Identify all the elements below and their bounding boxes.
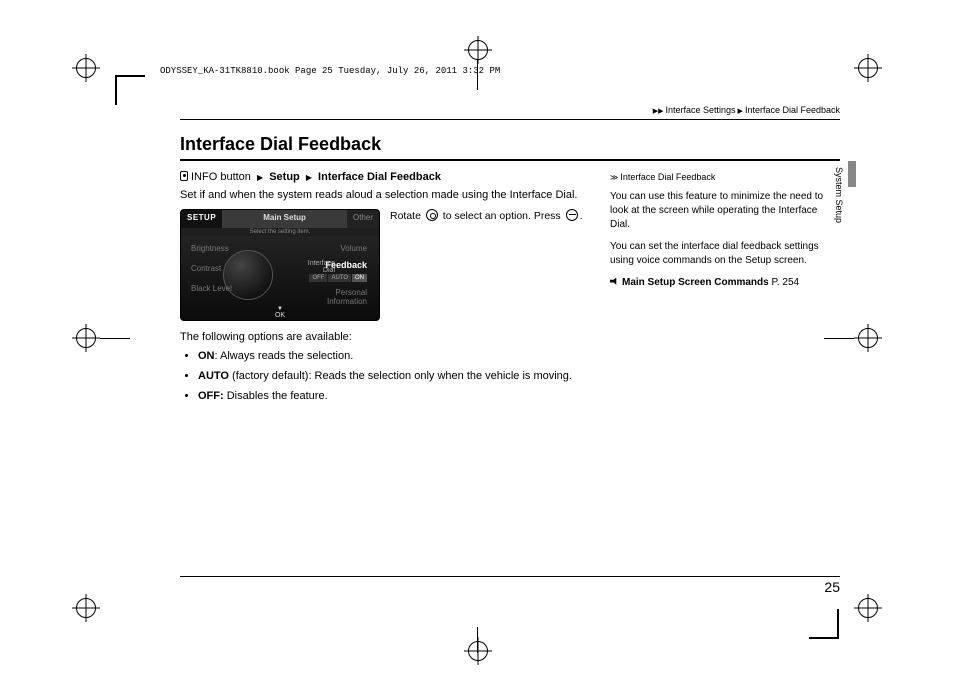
breadcrumb-sep-icon bbox=[736, 105, 745, 115]
crop-mark-icon bbox=[464, 637, 492, 665]
sidebar-column: Interface Dial Feedback You can use this… bbox=[610, 171, 840, 409]
crop-mark-icon bbox=[72, 324, 100, 352]
path-button: INFO button bbox=[191, 171, 251, 183]
screenshot-toggle-on: ON bbox=[352, 274, 367, 282]
section-tab: System Setup bbox=[832, 161, 846, 229]
sidebar-ref-page: P. 254 bbox=[771, 277, 799, 288]
screenshot-toggle: OFF AUTO ON bbox=[309, 274, 367, 282]
page-number-value: 25 bbox=[824, 579, 840, 595]
instr-end: . bbox=[580, 210, 583, 222]
sidebar-ref-label: Main Setup Screen Commands bbox=[622, 277, 769, 288]
main-column: INFO button Setup Interface Dial Feedbac… bbox=[180, 171, 592, 409]
setup-screen-illustration: SETUP Main Setup Other Select the settin… bbox=[180, 209, 380, 321]
option-off-desc: Disables the feature. bbox=[224, 390, 328, 402]
crop-tick-icon bbox=[100, 338, 130, 339]
breadcrumb-page: Interface Dial Feedback bbox=[745, 105, 840, 115]
path-step-feedback: Interface Dial Feedback bbox=[318, 171, 441, 183]
screenshot-opt-volume: Volume bbox=[340, 244, 367, 253]
navigation-path: INFO button Setup Interface Dial Feedbac… bbox=[180, 171, 592, 183]
option-on: ON: Always reads the selection. bbox=[198, 349, 592, 364]
screenshot-opt-feedback: Feedback bbox=[325, 260, 367, 270]
lead-text: Set if and when the system reads aloud a… bbox=[180, 189, 592, 201]
sidebar-para-2: You can set the interface dial feedback … bbox=[610, 240, 840, 268]
instruction-text: Rotate to select an option. Press . bbox=[390, 209, 592, 321]
crop-corner-icon bbox=[115, 75, 145, 105]
option-auto: AUTO (factory default): Reads the select… bbox=[198, 369, 592, 384]
section-tab-label: System Setup bbox=[834, 167, 844, 223]
info-button-icon bbox=[180, 171, 188, 181]
crop-mark-icon bbox=[854, 594, 882, 622]
sidebar-para-1: You can use this feature to minimize the… bbox=[610, 190, 840, 232]
source-file-info: ODYSSEY_KA-31TK8810.book Page 25 Tuesday… bbox=[160, 66, 500, 76]
screenshot-toggle-off: OFF bbox=[309, 274, 327, 282]
breadcrumb-section: Interface Settings bbox=[666, 105, 736, 115]
crop-mark-icon bbox=[854, 324, 882, 352]
path-arrow-icon bbox=[254, 171, 266, 183]
page-number: 25 bbox=[180, 576, 840, 595]
option-on-name: ON bbox=[198, 350, 215, 362]
option-auto-name: AUTO bbox=[198, 370, 229, 382]
option-on-desc: : Always reads the selection. bbox=[215, 350, 354, 362]
screenshot-ok: OK bbox=[275, 306, 285, 319]
screenshot-subline: Select the setting item. bbox=[181, 228, 379, 236]
sidebar-reference: Main Setup Screen Commands P. 254 bbox=[610, 276, 840, 290]
screenshot-opt-blacklevel: Black Level bbox=[191, 284, 232, 293]
crop-mark-icon bbox=[72, 594, 100, 622]
crop-mark-icon bbox=[854, 54, 882, 82]
screenshot-toggle-auto: AUTO bbox=[328, 274, 351, 282]
crop-mark-icon bbox=[72, 54, 100, 82]
option-off-name: OFF: bbox=[198, 390, 224, 402]
option-off: OFF: Disables the feature. bbox=[198, 389, 592, 404]
breadcrumb-arrows-icon bbox=[653, 105, 666, 115]
screenshot-tab-other: Other bbox=[347, 210, 379, 228]
path-step-setup: Setup bbox=[269, 171, 300, 183]
screenshot-tab-main: Main Setup bbox=[222, 210, 347, 228]
instr-select: to select an option. Press bbox=[443, 210, 561, 222]
crop-mark-icon bbox=[464, 36, 492, 64]
voice-command-icon bbox=[610, 277, 619, 286]
page-title: Interface Dial Feedback bbox=[180, 134, 840, 161]
page-content: Interface Settings Interface Dial Feedbac… bbox=[180, 105, 840, 605]
options-intro: The following options are available: bbox=[180, 331, 592, 343]
screenshot-opt-personal: Personal Information bbox=[327, 288, 367, 306]
options-list: ON: Always reads the selection. AUTO (fa… bbox=[180, 349, 592, 404]
rotate-dial-icon bbox=[426, 209, 438, 221]
screenshot-opt-brightness: Brightness bbox=[191, 244, 229, 253]
screenshot-opt-contrast: Contrast bbox=[191, 264, 221, 273]
crop-corner-icon bbox=[809, 609, 839, 639]
push-dial-icon bbox=[566, 209, 578, 221]
section-tab-bar-icon bbox=[848, 161, 856, 187]
crop-tick-icon bbox=[477, 627, 478, 653]
option-auto-desc: (factory default): Reads the selection o… bbox=[229, 370, 572, 382]
path-arrow-icon bbox=[303, 171, 315, 183]
breadcrumb: Interface Settings Interface Dial Feedbac… bbox=[180, 105, 840, 120]
instr-rotate: Rotate bbox=[390, 210, 421, 222]
sidebar-title: Interface Dial Feedback bbox=[610, 171, 840, 184]
screenshot-tab-setup: SETUP bbox=[181, 210, 222, 228]
